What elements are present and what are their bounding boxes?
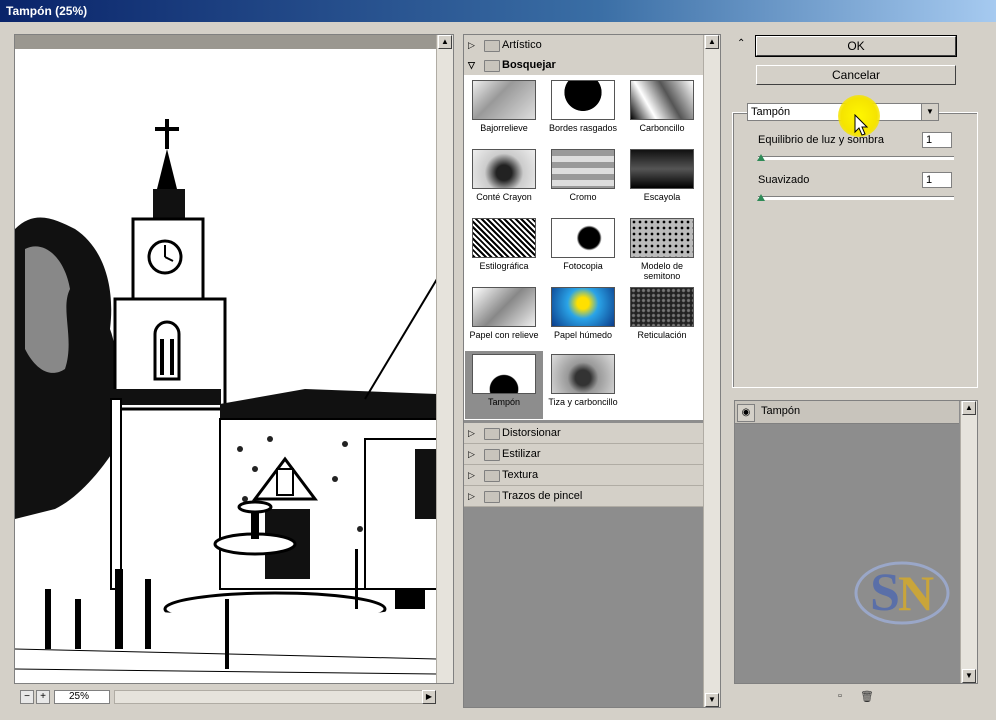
slider-suavizado[interactable] [757, 194, 954, 201]
folder-artistico[interactable]: ▷ Artístico [464, 35, 703, 56]
thumb-bordes-rasgados[interactable]: Bordes rasgados [544, 77, 622, 145]
param-label-suavizado: Suavizado [758, 174, 810, 186]
scroll-down-icon[interactable]: ▼ [705, 693, 719, 707]
scroll-up-icon[interactable]: ▲ [438, 35, 452, 49]
expand-triangle-icon[interactable]: ▷ [468, 465, 475, 485]
folder-icon [484, 470, 500, 482]
folder-trazos-pincel[interactable]: ▷ Trazos de pincel [464, 486, 703, 507]
visibility-eye-icon[interactable]: ◉ [737, 404, 755, 422]
folder-distorsionar[interactable]: ▷ Distorsionar [464, 423, 703, 444]
zoom-out-button[interactable]: − [20, 690, 34, 704]
folder-estilizar[interactable]: ▷ Estilizar [464, 444, 703, 465]
thumb-tiza-carboncillo[interactable]: Tiza y carboncillo [544, 351, 622, 419]
expand-triangle-icon[interactable]: ▷ [468, 486, 475, 506]
thumb-papel-relieve[interactable]: Papel con relieve [465, 284, 543, 352]
filter-list-scrollbar[interactable]: ▲ ▼ [703, 35, 720, 707]
param-input-suavizado[interactable]: 1 [922, 172, 952, 188]
slider-knob[interactable] [757, 154, 765, 161]
thumb-cromo[interactable]: Cromo [544, 146, 622, 214]
delete-layer-icon[interactable]: 🗑 [860, 690, 874, 703]
thumb-conte-crayon[interactable]: Conté Crayon [465, 146, 543, 214]
preview-hscroll[interactable] [114, 690, 436, 704]
effect-layer-tampon[interactable]: ◉ Tampón [735, 401, 959, 424]
folder-icon [484, 428, 500, 440]
mouse-pointer-icon [854, 114, 868, 136]
thumb-tampon[interactable]: Tampón [465, 351, 543, 419]
collapse-triangle-icon[interactable]: ▽ [468, 55, 475, 75]
thumb-fotocopia[interactable]: Fotocopia [544, 215, 622, 283]
thumb-carboncillo[interactable]: Carboncillo [623, 77, 701, 145]
expand-triangle-icon[interactable]: ▷ [468, 35, 475, 55]
folder-icon [484, 60, 500, 72]
filter-list: ▷ Artístico ▽ Bosquejar Bajorrelieve Bor… [463, 34, 721, 708]
window-title: Tampón (25%) [0, 0, 996, 22]
layers-scrollbar[interactable]: ▲ ▼ [960, 401, 977, 683]
scroll-right-icon[interactable]: ▶ [422, 690, 436, 704]
thumb-modelo-semitono[interactable]: Modelo de semitono [623, 215, 701, 283]
expand-triangle-icon[interactable]: ▷ [468, 444, 475, 464]
folder-bosquejar[interactable]: ▽ Bosquejar [464, 55, 703, 76]
watermark-logo: S N [854, 561, 950, 625]
param-input-equilibrio[interactable]: 1 [922, 132, 952, 148]
thumb-papel-humedo[interactable]: Papel húmedo [544, 284, 622, 352]
svg-text:N: N [898, 565, 934, 621]
folder-textura[interactable]: ▷ Textura [464, 465, 703, 486]
slider-knob[interactable] [757, 194, 765, 201]
collapse-gallery-icon[interactable]: ⌃ [737, 38, 745, 49]
preview-vscroll[interactable]: ▲ [436, 35, 453, 683]
expand-triangle-icon[interactable]: ▷ [468, 423, 475, 443]
ok-button[interactable]: OK [755, 35, 957, 57]
preview-statusbar: − + 25% ▶ [14, 688, 452, 706]
thumb-escayola[interactable]: Escayola [623, 146, 701, 214]
thumb-bajorrelieve[interactable]: Bajorrelieve [465, 77, 543, 145]
svg-text:S: S [870, 562, 900, 622]
scroll-up-icon[interactable]: ▲ [705, 35, 719, 49]
settings-group [732, 112, 978, 388]
preview-pane: ▲ [14, 34, 454, 684]
new-layer-icon[interactable]: ▫ [838, 690, 842, 702]
thumb-estilografica[interactable]: Estilográfica [465, 215, 543, 283]
preview-image [15, 49, 437, 683]
sketch-thumbnails: Bajorrelieve Bordes rasgados Carboncillo… [464, 75, 703, 420]
folder-icon [484, 449, 500, 461]
church-stamp-image [15, 49, 437, 683]
slider-equilibrio[interactable] [757, 154, 954, 161]
zoom-level[interactable]: 25% [54, 690, 110, 704]
thumb-reticulacion[interactable]: Reticulación [623, 284, 701, 352]
dropdown-arrow-icon[interactable]: ▼ [921, 104, 938, 120]
scroll-up-icon[interactable]: ▲ [962, 401, 976, 415]
folder-icon [484, 491, 500, 503]
effect-layers-panel: ◉ Tampón ▲ ▼ [734, 400, 978, 684]
scroll-down-icon[interactable]: ▼ [962, 669, 976, 683]
cancel-button[interactable]: Cancelar [756, 65, 956, 85]
zoom-in-button[interactable]: + [36, 690, 50, 704]
folder-icon [484, 40, 500, 52]
